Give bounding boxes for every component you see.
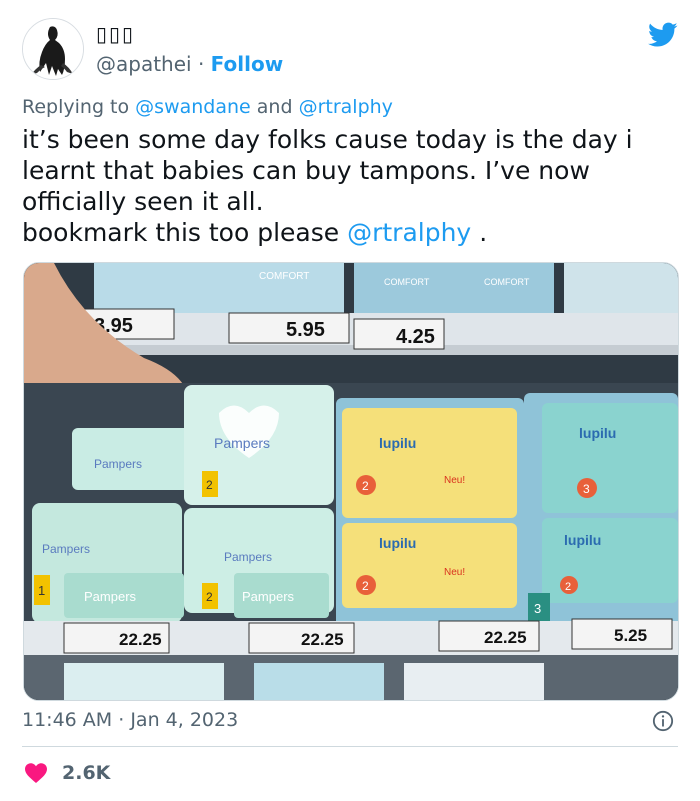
size-badge-1: 1 bbox=[38, 583, 45, 598]
tweet-line-2-text: bookmark this too please bbox=[22, 218, 340, 247]
mention-swandane[interactable]: @swandane bbox=[135, 96, 251, 118]
brand-pampers-5: Pampers bbox=[84, 589, 137, 604]
brand-lupilu-1: lupilu bbox=[379, 435, 416, 451]
price-bottom-4: 5.25 bbox=[614, 626, 647, 645]
brand-lupilu-2: lupilu bbox=[379, 535, 416, 551]
tweet-time: 11:46 AM bbox=[22, 709, 113, 731]
tweet-text: it’s been some day folks cause today is … bbox=[22, 124, 672, 248]
label-comfort-2: COMFORT bbox=[384, 277, 430, 287]
likes-row[interactable]: 2.6K bbox=[24, 760, 110, 786]
tweet-date: Jan 4, 2023 bbox=[130, 709, 239, 731]
mention-rtralphy[interactable]: @rtralphy bbox=[299, 96, 393, 118]
brand-pampers-1: Pampers bbox=[94, 457, 142, 471]
tweet-timestamp[interactable]: 11:46 AM · Jan 4, 2023 bbox=[22, 709, 238, 731]
user-handle[interactable]: @apathei bbox=[96, 52, 192, 76]
reply-conj: and bbox=[256, 96, 293, 118]
handle-line: @apathei · Follow bbox=[96, 52, 283, 76]
brand-lupilu-3: lupilu bbox=[579, 425, 616, 441]
price-bottom-1: 22.25 bbox=[119, 630, 162, 649]
brand-lupilu-4: lupilu bbox=[564, 532, 601, 548]
label-comfort-1: COMFORT bbox=[259, 271, 309, 282]
brand-pampers-3: Pampers bbox=[42, 542, 90, 556]
price-bottom-2: 22.25 bbox=[301, 630, 344, 649]
tweet-header: ▯▯▯ @apathei · Follow bbox=[22, 18, 678, 82]
neu-label-1: Neu! bbox=[444, 475, 465, 486]
price-top-3: 4.25 bbox=[396, 326, 435, 348]
footer-divider bbox=[22, 746, 678, 747]
size-badge-7: 2 bbox=[565, 581, 571, 593]
likes-count: 2.6K bbox=[62, 762, 111, 784]
tweet-photo[interactable]: COMFORT COMFORT COMFORT 3.95 5.95 4.25 P… bbox=[23, 262, 679, 701]
tweet-line-2: bookmark this too please @rtralphy . bbox=[22, 217, 672, 248]
neu-label-2: Neu! bbox=[444, 567, 465, 578]
handle-separator: · bbox=[197, 52, 205, 76]
brand-pampers-4: Pampers bbox=[224, 550, 272, 564]
brand-pampers-6: Pampers bbox=[242, 589, 295, 604]
follow-button[interactable]: Follow bbox=[211, 52, 284, 76]
size-badge-6: 2 bbox=[362, 579, 369, 593]
price-top-2: 5.95 bbox=[286, 319, 325, 341]
replying-to: Replying to @swandane and @rtralphy bbox=[22, 96, 393, 118]
timestamp-separator: · bbox=[118, 709, 125, 731]
size-badge-5: 3 bbox=[583, 482, 590, 496]
reply-prefix: Replying to bbox=[22, 96, 130, 118]
heart-icon[interactable] bbox=[24, 762, 48, 784]
tweet-line-1: it’s been some day folks cause today is … bbox=[22, 125, 633, 216]
label-comfort-3: COMFORT bbox=[484, 277, 530, 287]
size-badge-4: 2 bbox=[362, 479, 369, 493]
info-icon[interactable] bbox=[652, 710, 674, 732]
avatar-figure bbox=[23, 19, 83, 79]
size-badge-3: 2 bbox=[206, 590, 213, 604]
twitter-bird-icon[interactable] bbox=[648, 22, 678, 48]
price-bottom-3: 22.25 bbox=[484, 628, 527, 647]
display-name[interactable]: ▯▯▯ bbox=[96, 22, 135, 46]
avatar[interactable] bbox=[22, 18, 84, 80]
tweet-line-2-end: . bbox=[479, 218, 488, 247]
size-badge-2: 2 bbox=[206, 478, 213, 492]
supermarket-shelf-image: COMFORT COMFORT COMFORT 3.95 5.95 4.25 P… bbox=[24, 263, 678, 700]
size-badge-8: 3 bbox=[534, 601, 541, 616]
brand-pampers-2: Pampers bbox=[214, 435, 270, 451]
tweet-mention-rtralphy[interactable]: @rtralphy bbox=[347, 218, 471, 247]
